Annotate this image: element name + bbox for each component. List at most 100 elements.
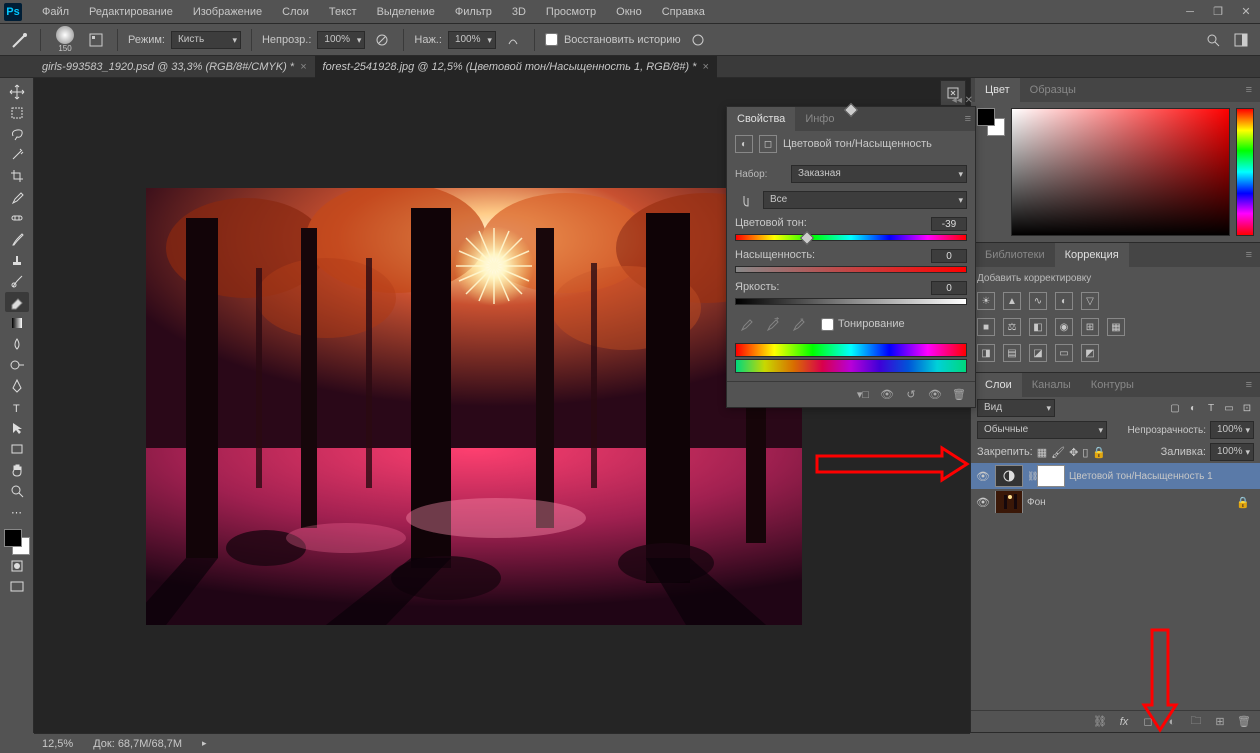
color-field[interactable] (1011, 108, 1230, 236)
marquee-tool[interactable] (5, 103, 29, 123)
new-group-icon[interactable]: 🗀 (1188, 714, 1204, 730)
brush-preview[interactable]: 150 (51, 26, 79, 54)
flow-input[interactable]: 100% (448, 31, 496, 49)
foreground-swatch[interactable] (4, 529, 22, 547)
filter-smart-icon[interactable]: ⊡ (1240, 401, 1254, 415)
search-icon[interactable] (1202, 29, 1224, 51)
document-tab[interactable]: girls-993583_1920.psd @ 33,3% (RGB/8#/CM… (34, 56, 315, 78)
pressure-size-icon[interactable] (687, 29, 709, 51)
fx-icon[interactable]: fx (1116, 714, 1132, 730)
minimize-button[interactable]: ─ (1176, 0, 1204, 24)
layer-opacity-input[interactable]: 100% (1210, 421, 1254, 439)
screenmode-icon[interactable] (5, 577, 29, 597)
hue-slider[interactable] (735, 234, 967, 241)
pen-tool[interactable] (5, 376, 29, 396)
close-button[interactable]: ✕ (1232, 0, 1260, 24)
wand-tool[interactable] (5, 145, 29, 165)
lock-transparency-icon[interactable]: ▦ (1037, 446, 1047, 459)
color-swatches-panel[interactable] (977, 108, 1005, 136)
menu-edit[interactable]: Редактирование (79, 0, 183, 24)
color-tab[interactable]: Цвет (975, 78, 1020, 102)
close-tab-icon[interactable]: × (300, 61, 306, 73)
delete-adjustment-icon[interactable]: 🗑 (951, 387, 967, 403)
saturation-slider[interactable] (735, 266, 967, 273)
reset-icon[interactable]: ↺ (903, 387, 919, 403)
color-swatches[interactable] (4, 529, 30, 555)
blend-mode-dropdown[interactable]: Кисть (171, 31, 241, 49)
layer-row[interactable]: 👁 Фон 🔒 (971, 489, 1260, 515)
doc-size[interactable]: Док: 68,7M/68,7M (93, 738, 182, 750)
type-tool[interactable]: T (5, 397, 29, 417)
color-balance-icon[interactable]: ⚖ (1003, 318, 1021, 336)
toggle-visibility-icon[interactable]: 👁 (927, 387, 943, 403)
menu-text[interactable]: Текст (319, 0, 367, 24)
gradient-map-icon[interactable]: ▭ (1055, 344, 1073, 362)
document-tab[interactable]: forest-2541928.jpg @ 12,5% (Цветовой тон… (315, 56, 717, 78)
delete-layer-icon[interactable]: 🗑 (1236, 714, 1252, 730)
filter-type-icon[interactable]: T (1204, 401, 1218, 415)
menu-layers[interactable]: Слои (272, 0, 319, 24)
menu-filter[interactable]: Фильтр (445, 0, 502, 24)
brush-panel-icon[interactable] (85, 29, 107, 51)
lock-position-icon[interactable]: ✥ (1069, 446, 1078, 459)
zoom-tool[interactable] (5, 481, 29, 501)
visibility-icon[interactable]: 👁 (975, 470, 991, 483)
path-select-tool[interactable] (5, 418, 29, 438)
eyedropper-plus-icon[interactable]: + (761, 313, 783, 335)
menu-image[interactable]: Изображение (183, 0, 272, 24)
filter-adjust-icon[interactable]: ◐ (1186, 401, 1200, 415)
info-tab[interactable]: Инфо (795, 107, 844, 131)
opacity-input[interactable]: 100% (317, 31, 365, 49)
filter-pixel-icon[interactable]: ▢ (1168, 401, 1182, 415)
menu-view[interactable]: Просмотр (536, 0, 606, 24)
zoom-level[interactable]: 12,5% (42, 738, 73, 750)
panel-menu-icon[interactable]: ≡ (1242, 84, 1256, 96)
link-layers-icon[interactable]: ⛓ (1092, 714, 1108, 730)
previous-state-icon[interactable]: 👁 (879, 387, 895, 403)
bw-icon[interactable]: ◧ (1029, 318, 1047, 336)
pressure-opacity-icon[interactable] (371, 29, 393, 51)
channels-tab[interactable]: Каналы (1022, 373, 1081, 397)
layer-filter-dropdown[interactable]: Вид (977, 399, 1055, 417)
properties-tab[interactable]: Свойства (727, 107, 795, 131)
eyedropper-minus-icon[interactable]: - (787, 313, 809, 335)
menu-3d[interactable]: 3D (502, 0, 536, 24)
posterize-icon[interactable]: ▤ (1003, 344, 1021, 362)
mask-thumbnail[interactable] (1037, 465, 1065, 487)
threshold-icon[interactable]: ◪ (1029, 344, 1047, 362)
lock-all-icon[interactable]: 🔒 (1092, 446, 1106, 459)
gradient-tool[interactable] (5, 313, 29, 333)
brush-tool[interactable] (5, 229, 29, 249)
menu-window[interactable]: Окно (606, 0, 652, 24)
libraries-tab[interactable]: Библиотеки (975, 243, 1055, 267)
hue-sat-icon[interactable]: ■ (977, 318, 995, 336)
selective-color-icon[interactable]: ◩ (1081, 344, 1099, 362)
collapse-handle[interactable]: ◂◂ ✕ (952, 95, 973, 106)
colorize-checkbox[interactable] (821, 318, 834, 331)
paths-tab[interactable]: Контуры (1081, 373, 1144, 397)
edit-toolbar-icon[interactable]: ⋯ (5, 502, 29, 522)
airbrush-icon[interactable] (502, 29, 524, 51)
history-brush-tool[interactable] (5, 271, 29, 291)
lightness-slider[interactable] (735, 298, 967, 305)
panel-menu-icon[interactable]: ≡ (961, 113, 975, 125)
lasso-tool[interactable] (5, 124, 29, 144)
menu-help[interactable]: Справка (652, 0, 715, 24)
lightness-value[interactable] (931, 281, 967, 295)
clip-icon[interactable]: ▾□ (855, 387, 871, 403)
menu-file[interactable]: Файл (32, 0, 79, 24)
finger-icon[interactable] (735, 189, 757, 211)
panel-menu-icon[interactable]: ≡ (1242, 379, 1256, 391)
quickmask-icon[interactable] (5, 556, 29, 576)
blur-tool[interactable] (5, 334, 29, 354)
maximize-button[interactable]: ❐ (1204, 0, 1232, 24)
hue-slider[interactable] (1236, 108, 1254, 236)
exposure-icon[interactable]: ◐ (1055, 292, 1073, 310)
healing-tool[interactable] (5, 208, 29, 228)
new-layer-icon[interactable]: ⊞ (1212, 714, 1228, 730)
restore-history-checkbox[interactable] (545, 33, 558, 46)
curves-icon[interactable]: ∿ (1029, 292, 1047, 310)
saturation-value[interactable] (931, 249, 967, 263)
dodge-tool[interactable] (5, 355, 29, 375)
eraser-tool[interactable] (5, 292, 29, 312)
